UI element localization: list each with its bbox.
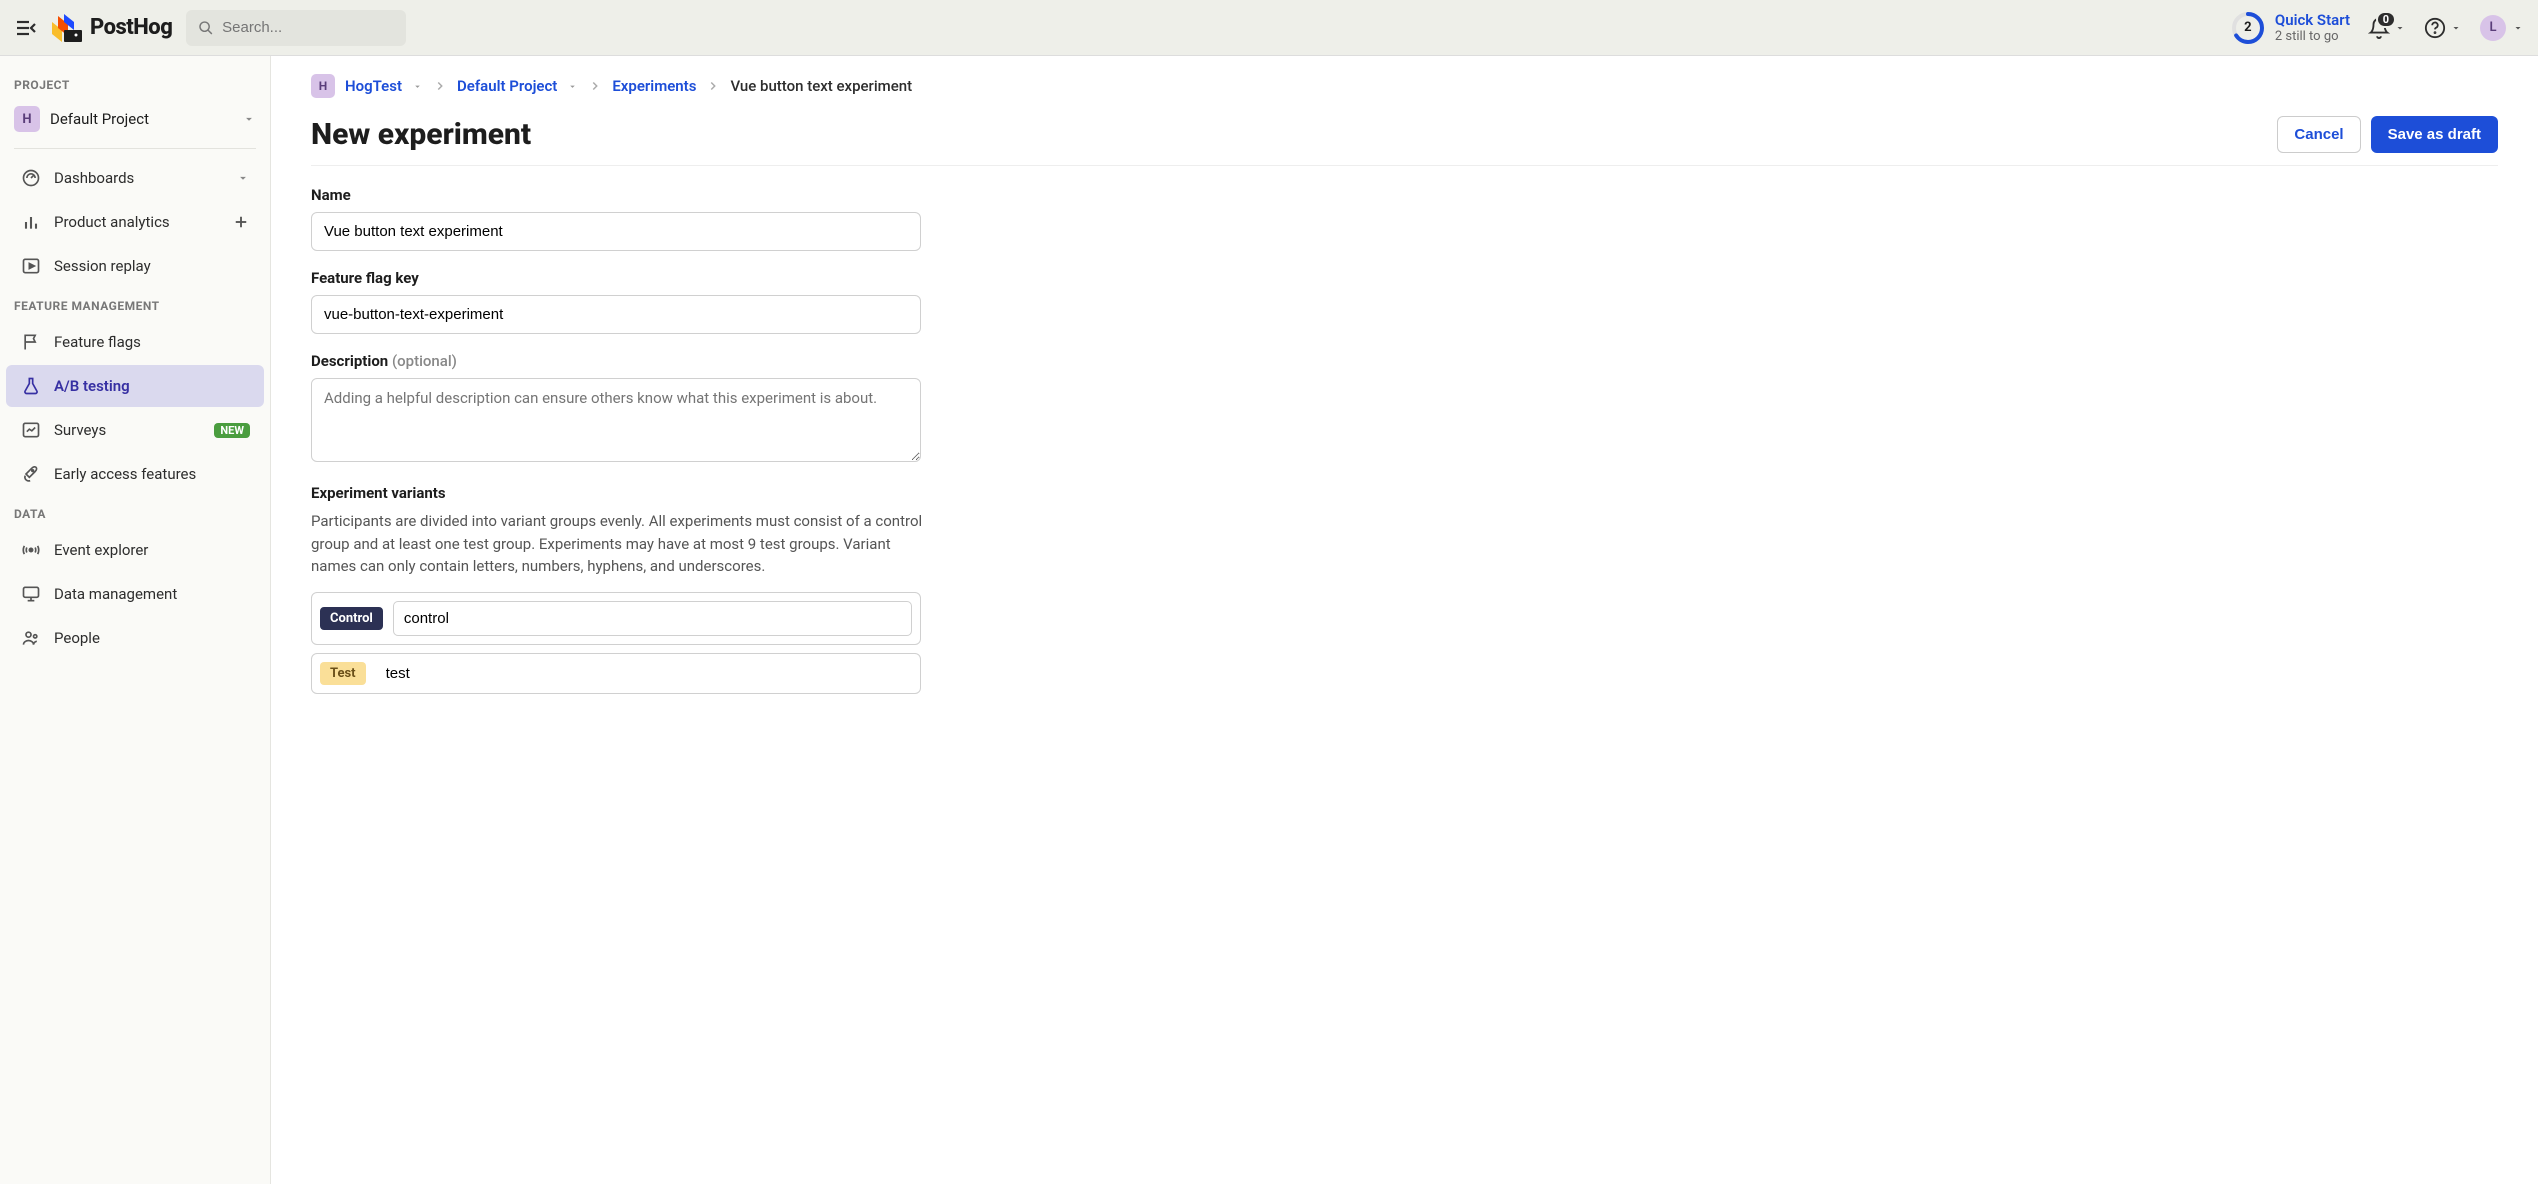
people-icon	[20, 627, 42, 649]
quickstart-title: Quick Start	[2275, 11, 2350, 29]
logo-text: PostHog	[90, 15, 172, 40]
breadcrumb-project[interactable]: Default Project	[457, 77, 557, 95]
variant-input-test[interactable]	[376, 657, 920, 690]
sidebar-item-label: Surveys	[54, 421, 202, 439]
variant-row-control: Control	[311, 592, 921, 645]
sidebar-item-label: Early access features	[54, 465, 250, 483]
sidebar-item-label: Data management	[54, 585, 250, 603]
chevron-down-icon[interactable]	[412, 81, 423, 92]
sidebar-section-feature: FEATURE MANAGEMENT	[0, 289, 270, 319]
sidebar-item-people[interactable]: People	[6, 617, 264, 659]
cancel-button[interactable]: Cancel	[2277, 116, 2360, 153]
sidebar-item-product-analytics[interactable]: Product analytics	[6, 201, 264, 243]
description-label: Description (optional)	[311, 352, 2498, 370]
live-icon	[20, 539, 42, 561]
menu-toggle-button[interactable]	[14, 16, 38, 40]
help-icon	[2424, 17, 2446, 39]
chevron-down-icon	[236, 171, 250, 185]
notifications-button[interactable]: 0	[2368, 17, 2406, 39]
save-draft-button[interactable]: Save as draft	[2371, 116, 2498, 153]
variants-label: Experiment variants	[311, 484, 2498, 502]
breadcrumb-current: Vue button text experiment	[730, 77, 912, 95]
sidebar-section-data: DATA	[0, 497, 270, 527]
breadcrumb-section[interactable]: Experiments	[612, 77, 696, 95]
logo-icon	[52, 14, 82, 42]
breadcrumb: H HogTest Default Project Experiments Vu…	[311, 74, 2498, 98]
sidebar-item-session-replay[interactable]: Session replay	[6, 245, 264, 287]
variant-tag-test: Test	[320, 662, 366, 685]
monitor-icon	[20, 583, 42, 605]
sidebar-item-event-explorer[interactable]: Event explorer	[6, 529, 264, 571]
breadcrumb-org[interactable]: HogTest	[345, 77, 402, 95]
notif-badge: 0	[2376, 11, 2396, 28]
survey-icon	[20, 419, 42, 441]
sidebar-item-label: A/B testing	[54, 377, 250, 395]
flag-key-label: Feature flag key	[311, 269, 2498, 287]
sidebar-item-data-management[interactable]: Data management	[6, 573, 264, 615]
flask-icon	[20, 375, 42, 397]
sidebar-item-label: Product analytics	[54, 213, 220, 231]
chevron-down-icon	[2512, 22, 2524, 34]
sidebar-item-label: Event explorer	[54, 541, 250, 559]
chevron-right-icon	[706, 79, 720, 93]
variant-row-test: Test	[311, 653, 921, 694]
search-icon	[198, 19, 214, 37]
help-button[interactable]	[2424, 17, 2462, 39]
project-selector[interactable]: H Default Project	[0, 98, 270, 140]
chevron-right-icon	[588, 79, 602, 93]
name-input[interactable]	[311, 212, 921, 251]
chevron-down-icon[interactable]	[567, 81, 578, 92]
description-input[interactable]	[311, 378, 921, 462]
name-label: Name	[311, 186, 2498, 204]
rocket-icon	[20, 463, 42, 485]
sidebar-section-project: PROJECT	[0, 68, 270, 98]
org-badge: H	[311, 74, 335, 98]
play-icon	[20, 255, 42, 277]
variant-input-control[interactable]	[393, 601, 912, 636]
quickstart-button[interactable]: 2 Quick Start 2 still to go	[2231, 11, 2350, 45]
chevron-down-icon	[2394, 22, 2406, 34]
new-badge: NEW	[214, 423, 250, 438]
user-menu-button[interactable]: L	[2480, 15, 2524, 41]
search-input[interactable]	[222, 19, 394, 36]
sidebar-item-surveys[interactable]: Surveys NEW	[6, 409, 264, 451]
search-box[interactable]	[186, 10, 406, 46]
bar-chart-icon	[20, 211, 42, 233]
avatar: L	[2480, 15, 2506, 41]
project-name: Default Project	[50, 110, 232, 128]
variants-help-text: Participants are divided into variant gr…	[311, 510, 931, 578]
project-badge: H	[14, 106, 40, 132]
chevron-right-icon	[433, 79, 447, 93]
sidebar-item-label: Dashboards	[54, 169, 224, 187]
gauge-icon	[20, 167, 42, 189]
menu-collapse-icon	[14, 16, 38, 40]
quickstart-count: 2	[2231, 11, 2265, 45]
sidebar-item-ab-testing[interactable]: A/B testing	[6, 365, 264, 407]
variant-tag-control: Control	[320, 607, 383, 630]
sidebar-item-dashboards[interactable]: Dashboards	[6, 157, 264, 199]
chevron-down-icon	[242, 112, 256, 126]
flag-icon	[20, 331, 42, 353]
main-content: H HogTest Default Project Experiments Vu…	[271, 56, 2538, 1184]
flag-key-input[interactable]	[311, 295, 921, 334]
sidebar-item-label: People	[54, 629, 250, 647]
sidebar-item-label: Feature flags	[54, 333, 250, 351]
logo[interactable]: PostHog	[52, 14, 172, 42]
chevron-down-icon	[2450, 22, 2462, 34]
sidebar: PROJECT H Default Project Dashboards Pro…	[0, 56, 271, 1184]
sidebar-item-feature-flags[interactable]: Feature flags	[6, 321, 264, 363]
quickstart-subtitle: 2 still to go	[2275, 29, 2350, 44]
sidebar-item-early-access[interactable]: Early access features	[6, 453, 264, 495]
sidebar-item-label: Session replay	[54, 257, 250, 275]
plus-icon[interactable]	[232, 213, 250, 231]
page-title: New experiment	[311, 117, 2277, 152]
topbar: PostHog 2 Quick Start 2 still to go	[0, 0, 2538, 56]
